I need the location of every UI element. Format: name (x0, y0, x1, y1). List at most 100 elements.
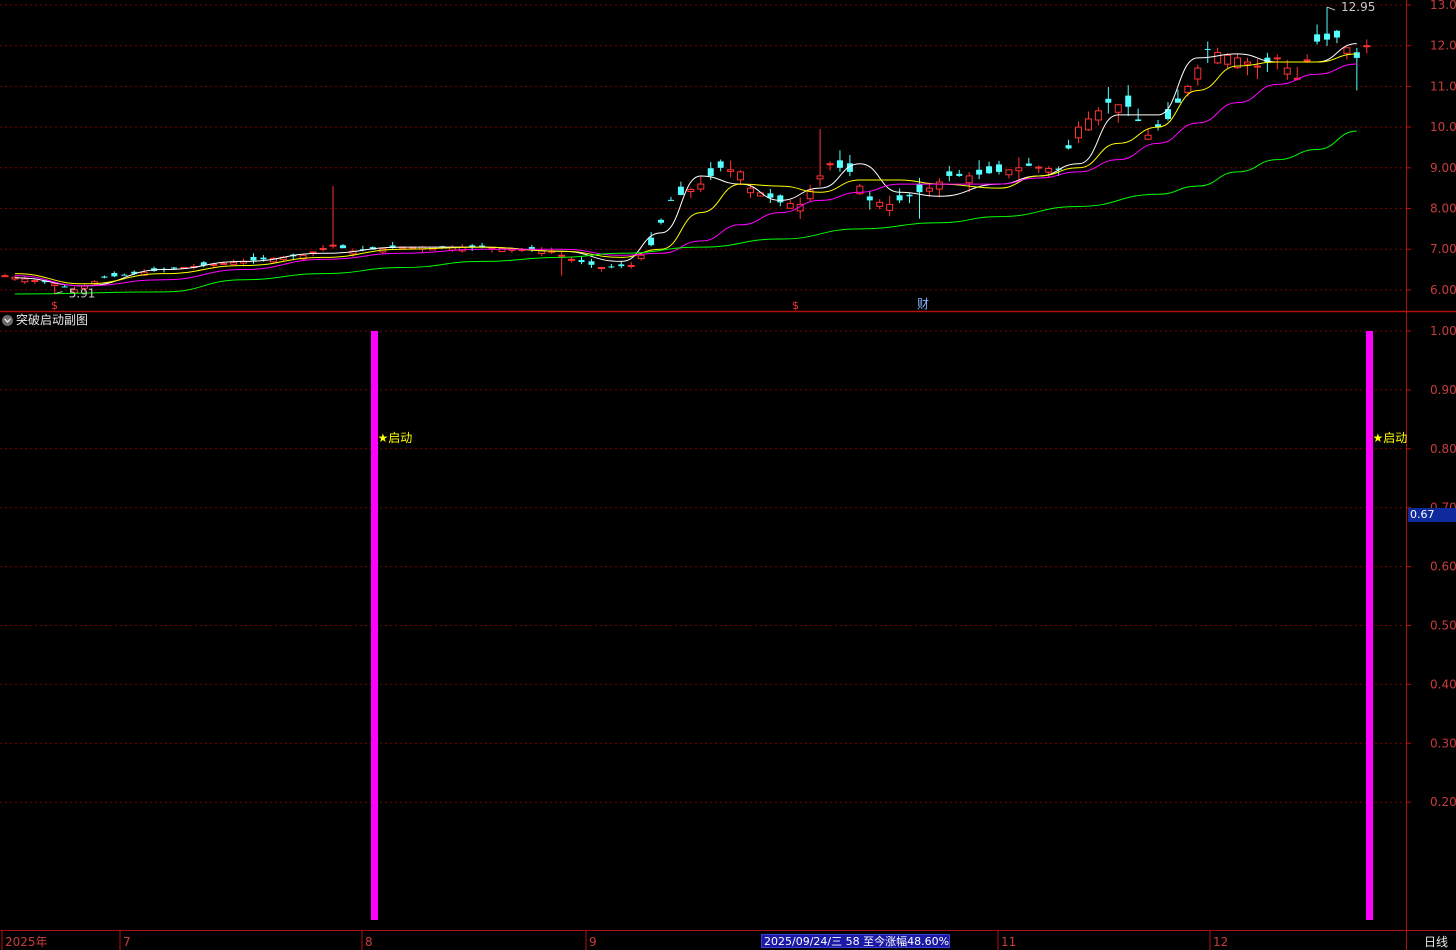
y-tick-label: 8.00 (1430, 202, 1456, 216)
candle (1214, 51, 1222, 64)
dividend-marker: $ (792, 299, 799, 312)
candle (597, 267, 605, 270)
y-tick-label: 0.20 (1430, 795, 1456, 809)
stock-chart[interactable]: 13.00 12.00 11.00 10.00 9.00 8.00 7.00 6.00 1.00… (0, 0, 1456, 950)
signal-label: ★启动 (378, 431, 413, 445)
candle (965, 175, 973, 184)
y-tick-label: 6.00 (1430, 283, 1456, 297)
candle (1184, 85, 1192, 93)
candle (319, 248, 327, 251)
indicator-title-label: 突破启动副图 (16, 313, 89, 327)
candle (627, 264, 635, 267)
candle (21, 278, 29, 283)
finance-marker: 财 (917, 297, 929, 311)
high-price-label: 12.95 (1341, 0, 1375, 14)
candle (250, 257, 257, 261)
candle (1204, 48, 1211, 50)
candle (608, 266, 615, 268)
candle (886, 203, 894, 211)
candle (1343, 47, 1351, 54)
y-tick-label: 7.00 (1430, 242, 1456, 256)
candle (1065, 145, 1072, 149)
chevron-down-icon[interactable] (2, 314, 13, 326)
indicator-title[interactable]: 突破启动副图 (2, 313, 88, 327)
candle (1135, 119, 1142, 121)
y-tick-label: 12.00 (1430, 39, 1456, 53)
x-tick-label: 9 (589, 935, 597, 949)
signal-bar (371, 331, 378, 920)
candle (488, 247, 496, 250)
candle (916, 183, 923, 193)
candle (946, 171, 953, 176)
candle (568, 258, 576, 261)
x-tick-label: 12 (1213, 935, 1228, 949)
candle (876, 201, 884, 207)
candle (210, 263, 218, 266)
candle (1125, 95, 1132, 107)
candle (578, 260, 585, 263)
x-tick-label: 8 (365, 935, 373, 949)
candle (1035, 166, 1043, 169)
candle (956, 173, 963, 176)
status-readout: 2025/09/24/三 58 至今涨幅48.60% (761, 934, 950, 948)
candle (1174, 98, 1181, 103)
candle (1224, 54, 1232, 65)
y-tick-label: 13.00 (1430, 0, 1456, 12)
signal-label: ★启动 (1373, 431, 1408, 445)
candle (31, 280, 39, 283)
ma20-line (14, 63, 1357, 287)
candle (1333, 30, 1340, 38)
candle (658, 219, 665, 223)
candle (986, 166, 993, 174)
candle (996, 164, 1002, 172)
candle (1114, 104, 1122, 113)
candle (1105, 98, 1112, 103)
candle (667, 199, 674, 201)
signal-bar (1366, 331, 1373, 920)
ma60-line (14, 130, 1357, 295)
period-label[interactable]: 日线 (1424, 935, 1448, 949)
candle (935, 181, 943, 190)
candle (1314, 34, 1321, 42)
y-tick-label: 0.60 (1430, 560, 1456, 574)
candle (925, 187, 933, 192)
candle (786, 202, 794, 209)
candle (906, 194, 913, 197)
candle (111, 273, 118, 277)
candle (1353, 52, 1360, 58)
candle (826, 163, 834, 166)
x-tick-label: 11 (1001, 935, 1016, 949)
current-value-badge: 0.67 (1408, 508, 1456, 522)
candle (677, 186, 684, 195)
candle (1025, 163, 1032, 166)
candle (816, 175, 824, 180)
candle (558, 254, 566, 257)
candle (101, 276, 108, 278)
candle (1324, 33, 1331, 40)
candle (1273, 57, 1281, 60)
low-price-label: 5.91 (69, 287, 96, 301)
high-pointer (1326, 6, 1336, 11)
candle (777, 195, 784, 203)
candle (1303, 59, 1311, 62)
candle (707, 168, 714, 176)
candle (1075, 126, 1083, 139)
y-tick-label: 1.00 (1430, 324, 1456, 338)
candle (1244, 61, 1251, 65)
candle (637, 254, 645, 260)
candle (309, 251, 317, 254)
candle (121, 274, 128, 276)
candle (866, 196, 873, 201)
x-tick-label: 7 (123, 935, 131, 949)
candle (1194, 67, 1202, 80)
candle (1094, 110, 1102, 121)
candle (618, 264, 625, 267)
candle (697, 183, 705, 190)
candle (737, 171, 745, 181)
candle (1015, 167, 1023, 172)
y-tick-label: 0.80 (1430, 442, 1456, 456)
candle (687, 189, 695, 193)
y-tick-label: 0.30 (1430, 736, 1456, 750)
candle (260, 257, 267, 260)
candle (329, 244, 337, 247)
